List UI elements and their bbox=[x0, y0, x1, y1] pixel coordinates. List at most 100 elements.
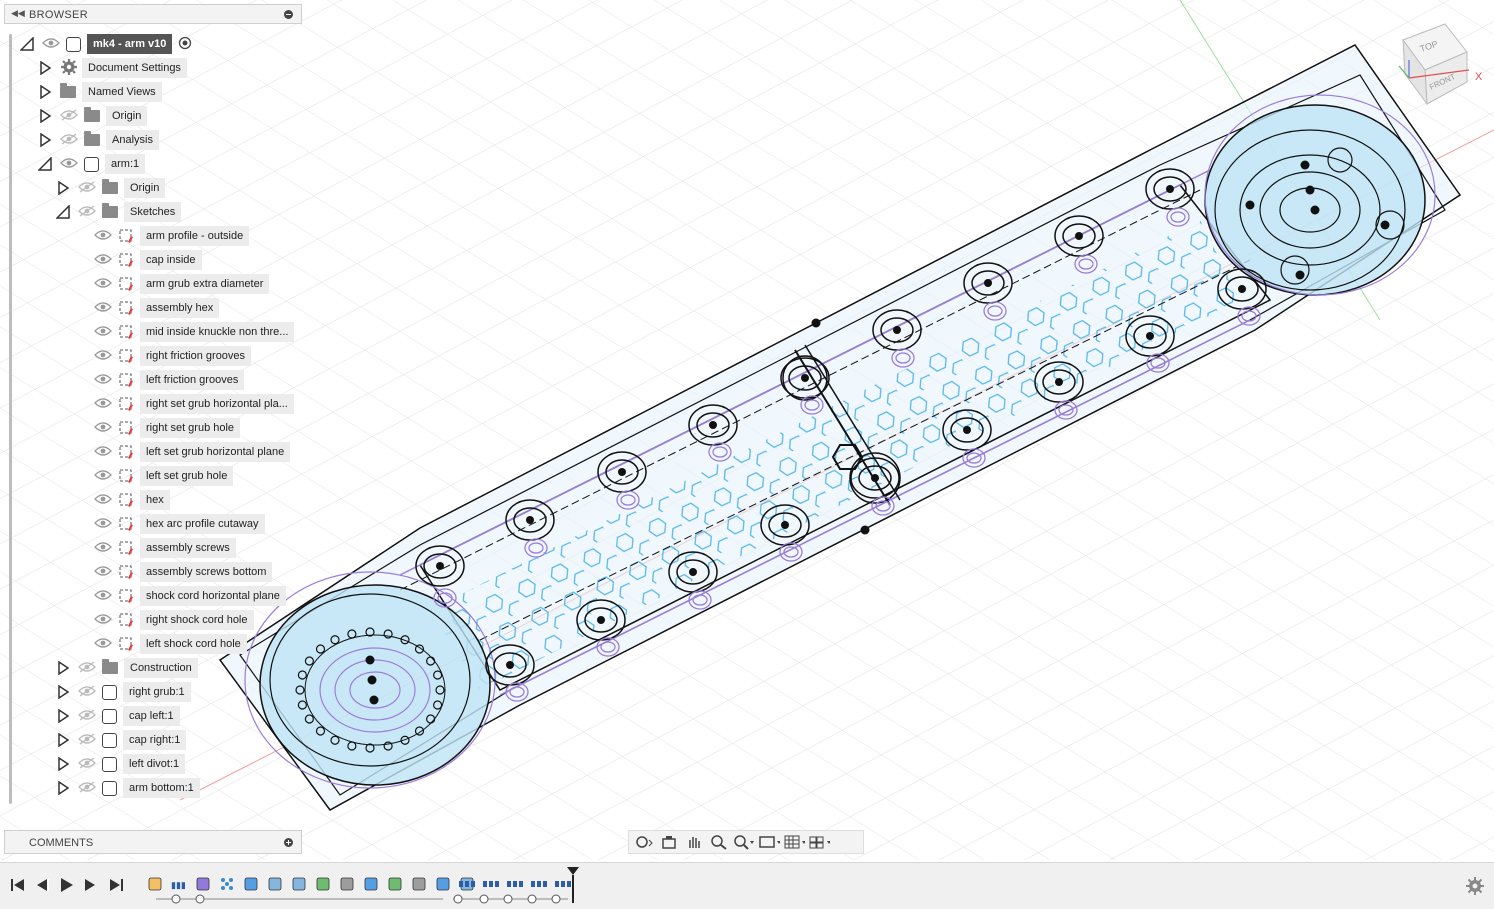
pattern-feature-icon[interactable] bbox=[482, 875, 500, 893]
tree-item-label[interactable]: right set grub hole bbox=[140, 418, 241, 438]
tree-item-label[interactable]: shock cord horizontal plane bbox=[140, 586, 286, 606]
tree-item-label[interactable]: mid inside knuckle non thre... bbox=[140, 322, 295, 342]
expand-arrow-icon[interactable] bbox=[38, 60, 52, 76]
visibility-toggle-icon[interactable] bbox=[94, 517, 112, 532]
body-feature-icon[interactable] bbox=[362, 875, 380, 893]
tree-item-label[interactable]: cap right:1 bbox=[123, 730, 187, 750]
tree-item-label[interactable]: arm bottom:1 bbox=[123, 778, 200, 798]
visibility-toggle-icon[interactable] bbox=[94, 565, 112, 580]
visibility-toggle-icon[interactable] bbox=[78, 732, 96, 748]
visibility-toggle-icon[interactable] bbox=[78, 684, 96, 700]
zoom-window-icon[interactable] bbox=[708, 833, 730, 851]
expand-arrow-icon[interactable] bbox=[38, 132, 52, 148]
expand-arrow-icon[interactable] bbox=[56, 780, 70, 796]
collapse-browser-icon[interactable] bbox=[284, 10, 293, 19]
visibility-toggle-icon[interactable] bbox=[94, 469, 112, 484]
group-toggle-icon[interactable] bbox=[171, 894, 181, 904]
body-feature-icon[interactable] bbox=[242, 875, 260, 893]
visibility-toggle-icon[interactable] bbox=[60, 132, 78, 148]
tree-sketch-3[interactable]: assembly hex bbox=[90, 298, 220, 318]
tree-item-label[interactable]: Analysis bbox=[106, 130, 159, 150]
tree-item-label[interactable]: cap left:1 bbox=[123, 706, 180, 726]
tree-sketch-4[interactable]: mid inside knuckle non thre... bbox=[90, 322, 295, 342]
tree-item-1[interactable]: Named Views bbox=[38, 82, 162, 102]
tree-item-label[interactable]: left shock cord hole bbox=[140, 634, 247, 654]
visibility-toggle-icon[interactable] bbox=[78, 780, 96, 796]
tree-sketch-12[interactable]: hex arc profile cutaway bbox=[90, 514, 265, 534]
step-forward-icon[interactable] bbox=[82, 877, 98, 893]
tree-item-0[interactable]: Document Settings bbox=[38, 58, 187, 78]
split-feature-icon[interactable] bbox=[386, 875, 404, 893]
pattern-feature-icon[interactable]: ▮▮▮ bbox=[170, 875, 188, 893]
tree-item-label[interactable]: arm profile - outside bbox=[140, 226, 250, 246]
tree-item-label[interactable]: right shock cord hole bbox=[140, 610, 254, 630]
tree-body-1[interactable]: right grub:1 bbox=[56, 682, 191, 702]
body-feature-icon[interactable] bbox=[434, 875, 452, 893]
expand-arrow-icon[interactable] bbox=[56, 660, 70, 676]
visibility-toggle-icon[interactable] bbox=[94, 325, 112, 340]
expand-arrow-icon[interactable] bbox=[56, 708, 70, 724]
tree-item-label[interactable]: Sketches bbox=[124, 202, 182, 222]
collapse-arrow-icon[interactable] bbox=[37, 156, 52, 171]
tree-sketch-9[interactable]: left set grub horizontal plane bbox=[90, 442, 291, 462]
tree-body-2[interactable]: cap left:1 bbox=[56, 706, 180, 726]
visibility-toggle-icon[interactable] bbox=[78, 756, 96, 772]
tree-sketch-10[interactable]: left set grub hole bbox=[90, 466, 234, 486]
tree-sketch-15[interactable]: shock cord horizontal plane bbox=[90, 586, 286, 606]
add-comment-icon[interactable] bbox=[284, 838, 293, 847]
tree-sketch-6[interactable]: left friction grooves bbox=[90, 370, 245, 390]
pattern-feature-icon[interactable] bbox=[218, 875, 236, 893]
tree-sketch-7[interactable]: right set grub horizontal pla... bbox=[90, 394, 294, 414]
tree-root-document[interactable]: mk4 - arm v10 bbox=[19, 34, 192, 54]
tree-item-label[interactable]: arm grub extra diameter bbox=[140, 274, 270, 294]
pattern-feature-icon[interactable] bbox=[506, 875, 524, 893]
tree-sketch-2[interactable]: arm grub extra diameter bbox=[90, 274, 270, 294]
visibility-toggle-icon[interactable] bbox=[78, 708, 96, 724]
tree-item-label[interactable]: arm:1 bbox=[105, 154, 146, 174]
tree-item-label[interactable]: assembly screws bottom bbox=[140, 562, 273, 582]
visibility-toggle-icon[interactable] bbox=[94, 589, 112, 604]
visibility-toggle-icon[interactable] bbox=[94, 421, 112, 436]
tree-body-0[interactable]: Construction bbox=[56, 658, 198, 678]
visibility-toggle-icon[interactable] bbox=[94, 397, 112, 412]
go-to-start-icon[interactable] bbox=[10, 877, 26, 893]
group-toggle-icon[interactable] bbox=[195, 894, 205, 904]
collapse-panel-icon[interactable]: ◀◀ bbox=[11, 8, 25, 19]
tree-component-item-0[interactable]: Origin bbox=[56, 178, 166, 198]
pattern-feature-icon[interactable] bbox=[458, 875, 476, 893]
tree-item-label[interactable]: right set grub horizontal pla... bbox=[140, 394, 294, 414]
tree-item-label[interactable]: left friction grooves bbox=[140, 370, 245, 390]
tree-item-label[interactable]: Named Views bbox=[82, 82, 162, 102]
tree-sketch-5[interactable]: right friction grooves bbox=[90, 346, 252, 366]
extrude-feature-icon[interactable] bbox=[194, 875, 212, 893]
visibility-toggle-icon[interactable] bbox=[42, 37, 60, 52]
sketch-feature-icon[interactable] bbox=[338, 875, 356, 893]
play-icon[interactable] bbox=[58, 877, 74, 893]
tree-item-label[interactable]: right grub:1 bbox=[123, 682, 191, 702]
browser-scrollbar[interactable] bbox=[9, 34, 12, 804]
collapse-arrow-icon[interactable] bbox=[19, 36, 34, 51]
tree-sketch-14[interactable]: assembly screws bottom bbox=[90, 562, 273, 582]
tree-item-label[interactable]: Origin bbox=[106, 106, 148, 126]
tree-body-4[interactable]: left divot:1 bbox=[56, 754, 186, 774]
step-back-icon[interactable] bbox=[34, 877, 50, 893]
visibility-toggle-icon[interactable] bbox=[94, 301, 112, 316]
tree-item-label[interactable]: left divot:1 bbox=[123, 754, 186, 774]
tree-item-3[interactable]: Analysis bbox=[38, 130, 159, 150]
visibility-toggle-icon[interactable] bbox=[94, 373, 112, 388]
tree-component-item-1[interactable]: Sketches bbox=[55, 202, 182, 222]
tree-item-label[interactable]: Origin bbox=[124, 178, 166, 198]
orbit-icon[interactable] bbox=[633, 833, 655, 851]
grid-icon[interactable] bbox=[783, 833, 805, 851]
split-feature-icon[interactable] bbox=[314, 875, 332, 893]
zoom-icon[interactable] bbox=[733, 833, 755, 851]
visibility-toggle-icon[interactable] bbox=[78, 180, 96, 196]
tree-sketch-11[interactable]: hex bbox=[90, 490, 170, 510]
pan-icon[interactable] bbox=[683, 833, 705, 851]
activate-radio-icon[interactable] bbox=[178, 36, 192, 53]
browser-panel-header[interactable]: ◀◀ BROWSER bbox=[4, 4, 302, 24]
visibility-toggle-icon[interactable] bbox=[78, 660, 96, 676]
expand-arrow-icon[interactable] bbox=[56, 732, 70, 748]
fillet-feature-icon[interactable] bbox=[266, 875, 284, 893]
go-to-end-icon[interactable] bbox=[108, 877, 124, 893]
